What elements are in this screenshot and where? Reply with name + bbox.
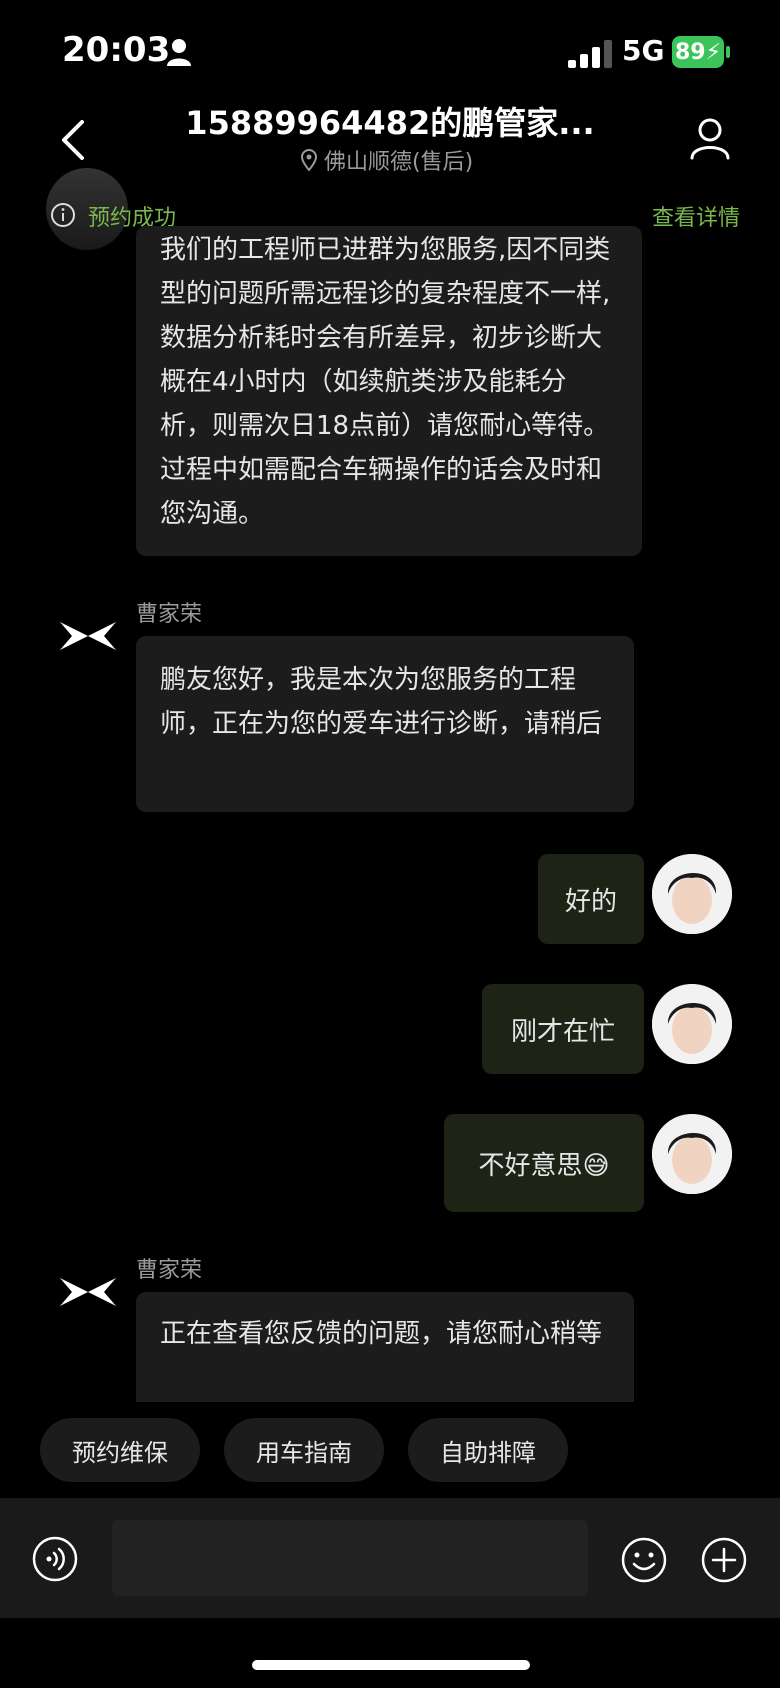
- location-pin-icon: [300, 149, 318, 171]
- message-bubble-outgoing: 不好意思😅: [444, 1114, 644, 1212]
- message-text: 正在查看您反馈的问题，请您耐心稍等: [160, 1319, 603, 1349]
- message-input[interactable]: [112, 1520, 588, 1596]
- person-icon: [167, 39, 191, 66]
- message-text: 不好意思😅: [478, 1150, 610, 1181]
- voice-input-icon[interactable]: [32, 1536, 78, 1582]
- user-avatar-image: [652, 854, 732, 934]
- message-text: 鹏友您好，我是本次为您服务的工程师，正在为您的爱车进行诊断，请稍后: [160, 665, 603, 739]
- user-avatar[interactable]: [652, 1114, 732, 1194]
- emoji-icon[interactable]: [620, 1536, 668, 1584]
- status-time: 20:03: [62, 30, 171, 70]
- group-members-icon[interactable]: [686, 114, 734, 162]
- user-avatar-image: [652, 1114, 732, 1194]
- sender-name: 曹家荣: [136, 602, 203, 627]
- chat-subtitle: 佛山顺德(售后): [300, 144, 473, 176]
- plus-icon[interactable]: [700, 1536, 748, 1584]
- battery-level: 89: [674, 39, 706, 65]
- sender-logo-icon: [60, 1278, 116, 1306]
- view-details-link[interactable]: 查看详情: [652, 200, 740, 232]
- message-bubble-outgoing: 刚才在忙: [482, 984, 644, 1074]
- sender-logo-icon: [60, 622, 116, 650]
- back-icon[interactable]: [56, 116, 92, 164]
- message-bubble-incoming: 我们的工程师已进群为您服务,因不同类型的问题所需远程诊的复杂程度不一样,数据分析…: [136, 226, 642, 556]
- battery-tip: [726, 46, 730, 58]
- subtitle-text: 佛山顺德(售后): [324, 150, 474, 175]
- user-avatar[interactable]: [652, 854, 732, 934]
- chat-title: 15889964482的鹏管家...: [185, 104, 595, 142]
- message-text: 好的: [564, 886, 617, 917]
- user-avatar-image: [652, 984, 732, 1064]
- message-bubble-incoming: 正在查看您反馈的问题，请您耐心稍等: [136, 1292, 634, 1402]
- network-type: 5G: [622, 34, 665, 67]
- quick-reply-guide[interactable]: 用车指南: [224, 1418, 384, 1482]
- quick-reply-maintenance[interactable]: 预约维保: [40, 1418, 200, 1482]
- charging-icon: ⚡: [705, 39, 722, 65]
- user-avatar[interactable]: [652, 984, 732, 1064]
- quick-reply-troubleshoot[interactable]: 自助排障: [408, 1418, 568, 1482]
- message-bubble-outgoing: 好的: [538, 854, 644, 944]
- info-icon: [51, 203, 75, 227]
- battery-indicator: 89 ⚡: [672, 36, 724, 68]
- message-text: 我们的工程师已进群为您服务,因不同类型的问题所需远程诊的复杂程度不一样,数据分析…: [160, 235, 611, 529]
- home-indicator[interactable]: [252, 1660, 530, 1670]
- message-bubble-incoming: 鹏友您好，我是本次为您服务的工程师，正在为您的爱车进行诊断，请稍后: [136, 636, 634, 812]
- message-text: 刚才在忙: [510, 1016, 615, 1047]
- sender-name: 曹家荣: [136, 1258, 203, 1283]
- signal-icon: [568, 40, 612, 68]
